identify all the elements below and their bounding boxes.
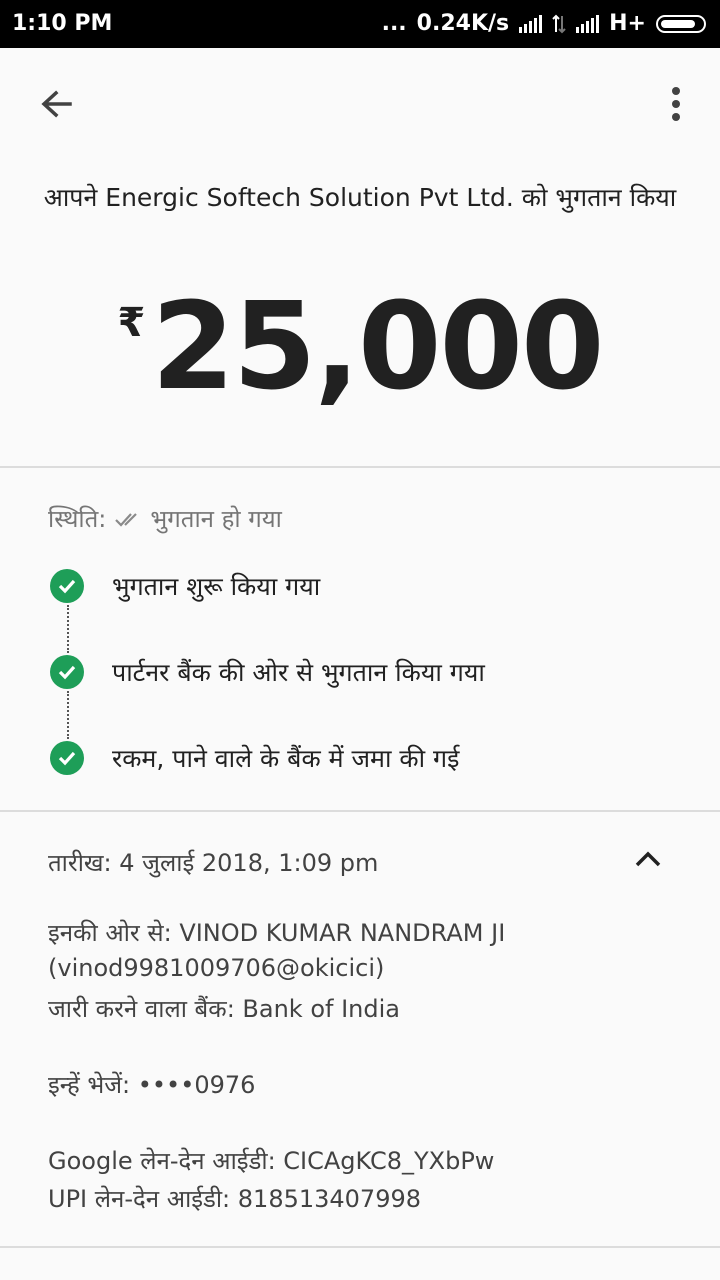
payment-amount: 25,000: [151, 278, 604, 417]
divider: [0, 466, 720, 468]
sender-name: इनकी ओर से: VINOD KUMAR NANDRAM JI: [48, 919, 506, 947]
divider: [0, 1246, 720, 1248]
double-check-icon: [115, 512, 138, 527]
signal-icon-2: [576, 14, 600, 33]
payee-title: आपने Energic Softech Solution Pvt Ltd. क…: [43, 183, 677, 212]
check-circle-icon: [50, 655, 84, 689]
upi-transaction-id: UPI लेन-देन आईडी: 818513407998: [48, 1185, 422, 1213]
status-value: भुगतान हो गया: [150, 505, 282, 533]
status-step-3: रकम, पाने वाले के बैंक में जमा की गई: [50, 741, 459, 775]
more-options-button[interactable]: [654, 82, 698, 126]
arrow-back-icon: [41, 90, 72, 118]
step-label: भुगतान शुरू किया गया: [112, 572, 321, 601]
issuing-bank: जारी करने वाला बैंक: Bank of India: [48, 995, 400, 1023]
payment-status: स्थिति: भुगतान हो गया: [48, 502, 282, 535]
check-circle-icon: [50, 741, 84, 775]
status-step-2: पार्टनर बैंक की ओर से भुगतान किया गया: [50, 655, 485, 689]
notification-dots: ...: [381, 11, 407, 36]
transaction-date: तारीख: 4 जुलाई 2018, 1:09 pm: [48, 849, 379, 877]
currency-symbol: ₹: [117, 300, 146, 346]
status-bar: 1:10 PM ... 0.24K/s H+: [0, 0, 720, 48]
status-step-1: भुगतान शुरू किया गया: [50, 569, 320, 603]
step-label: रकम, पाने वाले के बैंक में जमा की गई: [112, 744, 460, 773]
step-connector: [67, 605, 69, 653]
status-icons: ... 0.24K/s H+: [382, 11, 706, 36]
divider: [0, 810, 720, 812]
back-button[interactable]: [34, 84, 78, 128]
collapse-details-button[interactable]: [628, 840, 668, 880]
status-label: स्थिति:: [48, 505, 107, 533]
signal-icon: [519, 14, 543, 33]
data-transfer-icon: [552, 14, 566, 33]
chevron-up-icon: [635, 851, 661, 867]
network-type: H+: [609, 11, 646, 36]
sent-to-account: इन्हें भेजें: ••••0976: [48, 1071, 256, 1099]
amount-block: ₹25,000: [0, 278, 720, 417]
step-connector: [67, 691, 69, 739]
more-vert-icon: [672, 87, 680, 121]
status-time: 1:10 PM: [12, 11, 113, 36]
google-transaction-id: Google लेन-देन आईडी: CICAgKC8_YXbPw: [48, 1147, 495, 1175]
network-speed: 0.24K/s: [416, 11, 510, 36]
check-circle-icon: [50, 569, 84, 603]
step-label: पार्टनर बैंक की ओर से भुगतान किया गया: [112, 658, 485, 687]
sender-upi-id: (vinod9981009706@okicici): [48, 954, 385, 982]
battery-icon: [656, 14, 706, 33]
